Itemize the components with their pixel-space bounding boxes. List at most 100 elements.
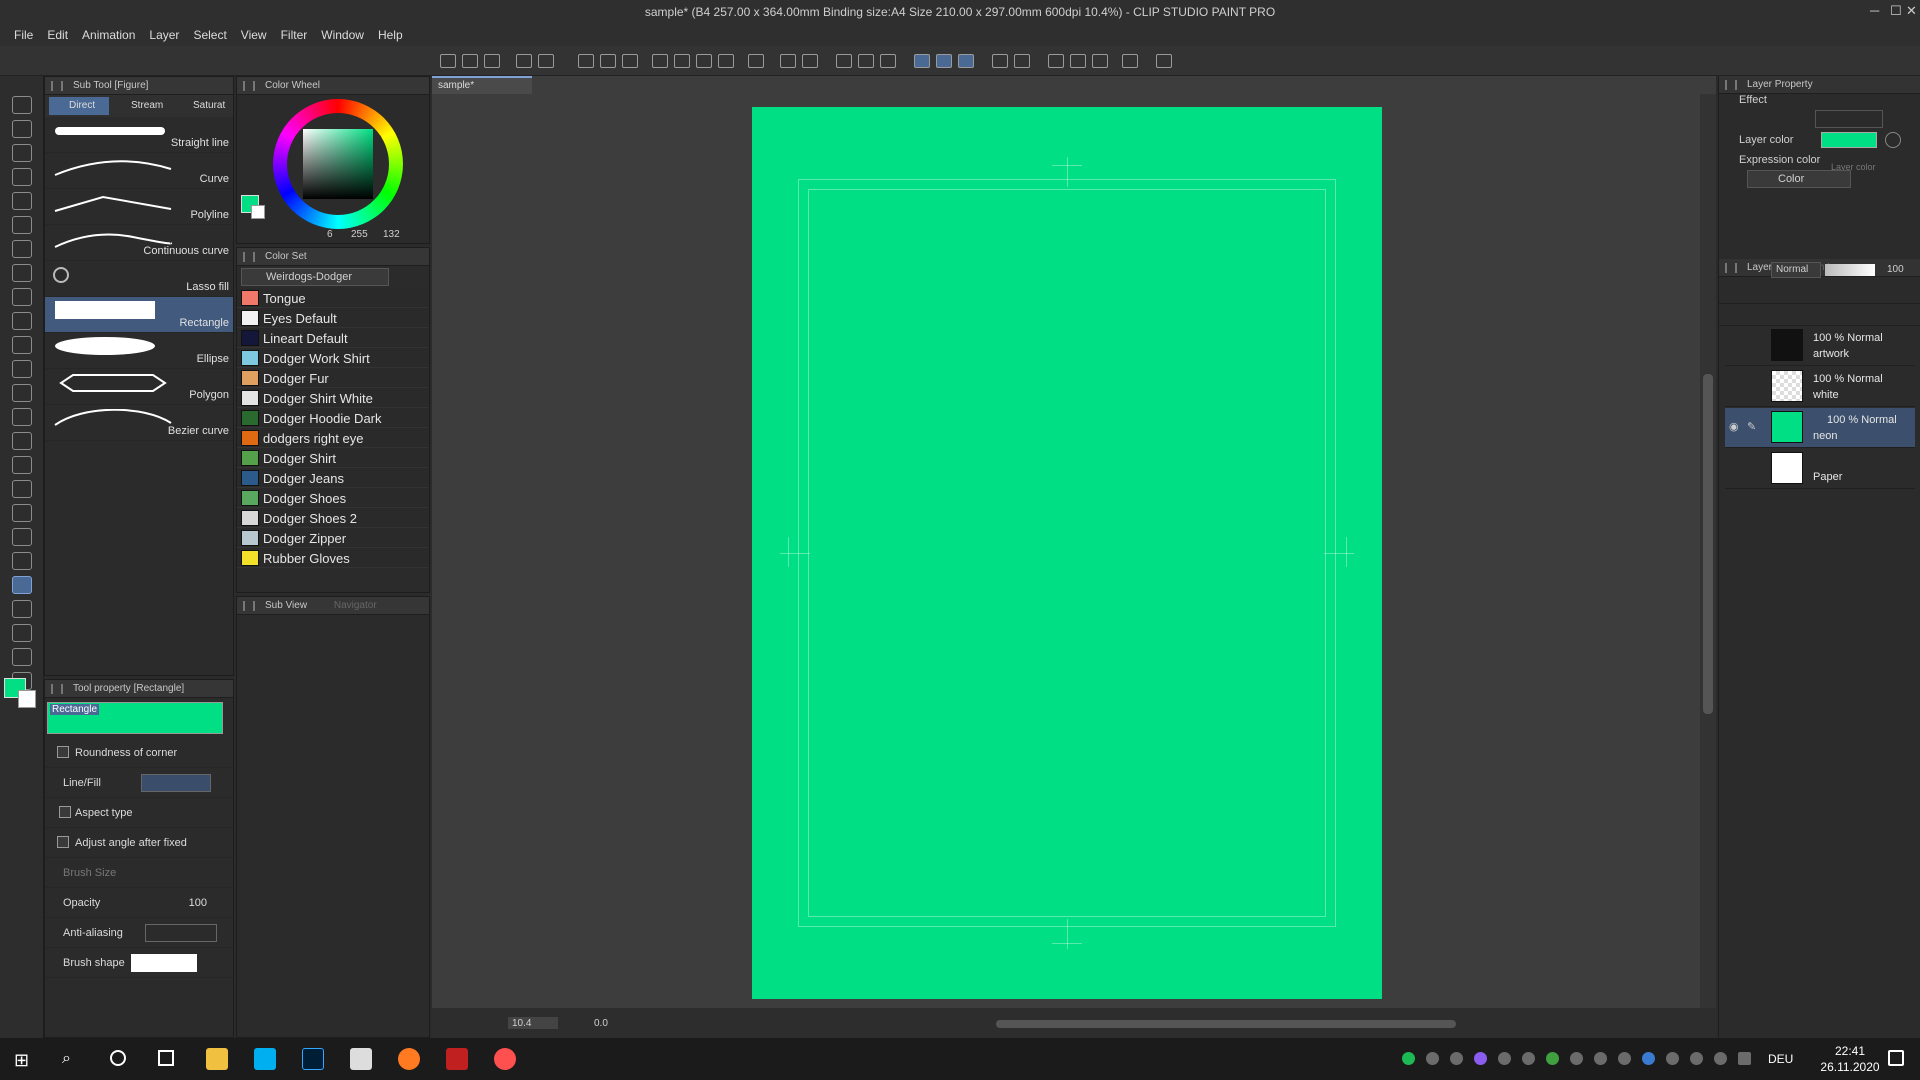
free-transform-icon[interactable] [880, 54, 896, 68]
saturation-square[interactable] [303, 129, 373, 199]
redo-icon[interactable] [538, 54, 554, 68]
colorset-item[interactable]: Dodger Hoodie Dark [237, 408, 429, 428]
drop-app-icon[interactable] [494, 1048, 516, 1070]
expression-color-dropdown[interactable]: Color [1747, 170, 1851, 188]
decoration-icon[interactable] [12, 504, 32, 522]
blend-icon[interactable] [12, 384, 32, 402]
subtool-rectangle[interactable]: Rectangle [45, 297, 233, 333]
colorset-item[interactable]: Tongue [237, 288, 429, 308]
layer-row-artwork[interactable]: 100 % Normal artwork [1725, 326, 1915, 366]
eraser-icon[interactable] [12, 408, 32, 426]
flip-icon[interactable] [1014, 54, 1030, 68]
layer-tab[interactable]: Layer [1747, 262, 1772, 273]
clock-time[interactable]: 22:41 [1820, 1044, 1880, 1058]
selection-tool-icon[interactable] [12, 216, 32, 234]
subtool-lasso-fill[interactable]: Lasso fill [45, 261, 233, 297]
tab-direct[interactable]: Direct [49, 97, 109, 115]
layer-opacity-slider[interactable] [1825, 264, 1875, 276]
colorset-item[interactable]: Dodger Shirt White [237, 388, 429, 408]
menu-help[interactable]: Help [378, 24, 403, 42]
antialias-icon[interactable] [992, 54, 1008, 68]
selection-pen-icon[interactable] [1048, 54, 1064, 68]
rotate-tool-icon[interactable] [12, 144, 32, 162]
mic-tray-icon[interactable] [1498, 1052, 1511, 1065]
volume-tray-icon[interactable] [1690, 1052, 1703, 1065]
fill-tool-icon[interactable] [12, 432, 32, 450]
search-icon[interactable]: ⌕ [62, 1050, 71, 1068]
language-indicator[interactable]: DEU [1768, 1052, 1793, 1066]
colorset-item[interactable]: dodgers right eye [237, 428, 429, 448]
menu-animation[interactable]: Animation [82, 24, 135, 42]
subtool-polygon[interactable]: Polygon [45, 369, 233, 405]
horizontal-scroll-thumb[interactable] [996, 1020, 1456, 1028]
cortana-icon[interactable] [110, 1050, 126, 1066]
correct-line-icon[interactable] [12, 480, 32, 498]
tab-stream[interactable]: Stream [111, 97, 171, 115]
open-icon[interactable] [462, 54, 478, 68]
gradient-icon[interactable] [12, 456, 32, 474]
text-tool-icon[interactable] [12, 648, 32, 666]
move-layer-icon[interactable] [12, 192, 32, 210]
app-tray-icon[interactable] [1618, 1052, 1631, 1065]
navigator-tab[interactable]: Navigator [334, 600, 377, 611]
colorset-item[interactable]: Dodger Fur [237, 368, 429, 388]
zoom-tool-icon[interactable] [12, 96, 32, 114]
auto-select-icon[interactable] [12, 240, 32, 258]
security-tray-icon[interactable] [1546, 1052, 1559, 1065]
colorset-item[interactable]: Eyes Default [237, 308, 429, 328]
close-button[interactable]: ✕ [1906, 3, 1917, 19]
subview-tab[interactable]: Sub View [265, 600, 307, 611]
colorset-item[interactable]: Dodger Zipper [237, 528, 429, 548]
subtool-polyline[interactable]: Polyline [45, 189, 233, 225]
sub-color-swatch[interactable] [251, 205, 265, 219]
network-tray-icon[interactable] [1666, 1052, 1679, 1065]
effect-buttons[interactable] [1815, 110, 1883, 128]
frame-tool-icon[interactable] [12, 600, 32, 618]
operation-tool-icon[interactable] [12, 168, 32, 186]
task-view-icon[interactable] [158, 1050, 174, 1066]
skype-icon[interactable] [254, 1048, 276, 1070]
firefox-icon[interactable] [398, 1048, 420, 1070]
xbox-tray-icon[interactable] [1426, 1052, 1439, 1065]
colorset-item[interactable]: Lineart Default [237, 328, 429, 348]
colorset-item[interactable]: Dodger Shirt [237, 448, 429, 468]
photoshop-icon[interactable] [302, 1048, 324, 1070]
selection-brush-icon[interactable] [1070, 54, 1086, 68]
colorset-item[interactable]: Dodger Work Shirt [237, 348, 429, 368]
transform-icon[interactable] [836, 54, 852, 68]
app-tray-icon[interactable] [1474, 1052, 1487, 1065]
clip-studio-icon[interactable] [350, 1048, 372, 1070]
airbrush-icon[interactable] [12, 360, 32, 378]
menu-layer[interactable]: Layer [149, 24, 179, 42]
layer-row-paper[interactable]: Paper [1725, 449, 1915, 489]
app-icon[interactable] [446, 1048, 468, 1070]
subtool-bezier-curve[interactable]: Bezier curve [45, 405, 233, 441]
sub-color-swatch[interactable] [18, 690, 36, 708]
pencil-tool-icon[interactable] [802, 54, 818, 68]
eyedropper-icon[interactable] [1122, 54, 1138, 68]
cut-icon[interactable] [652, 54, 668, 68]
colorset-dropdown[interactable]: Weirdogs-Dodger [241, 268, 389, 286]
pen-icon[interactable] [12, 288, 32, 306]
tab-saturate[interactable]: Saturat [173, 97, 233, 115]
menu-file[interactable]: File [14, 24, 33, 42]
bucket-icon[interactable] [748, 54, 764, 68]
discord-tray-icon[interactable] [1450, 1052, 1463, 1065]
menu-edit[interactable]: Edit [47, 24, 68, 42]
special-ruler-snap-icon[interactable] [936, 54, 952, 68]
roundness-checkbox[interactable] [57, 746, 69, 758]
paste-layer-icon[interactable] [718, 54, 734, 68]
palette-icon[interactable] [1885, 132, 1901, 148]
explorer-icon[interactable] [206, 1048, 228, 1070]
undo-icon[interactable] [516, 54, 532, 68]
aspect-checkbox[interactable] [59, 806, 71, 818]
clear-icon[interactable] [578, 54, 594, 68]
menu-window[interactable]: Window [321, 24, 364, 42]
vertical-scroll-thumb[interactable] [1703, 374, 1713, 714]
new-icon[interactable] [440, 54, 456, 68]
paste-icon[interactable] [696, 54, 712, 68]
copy-icon[interactable] [674, 54, 690, 68]
subtool-curve[interactable]: Curve [45, 153, 233, 189]
brush-icon[interactable] [12, 336, 32, 354]
layer-color-swatch[interactable] [1821, 132, 1877, 148]
